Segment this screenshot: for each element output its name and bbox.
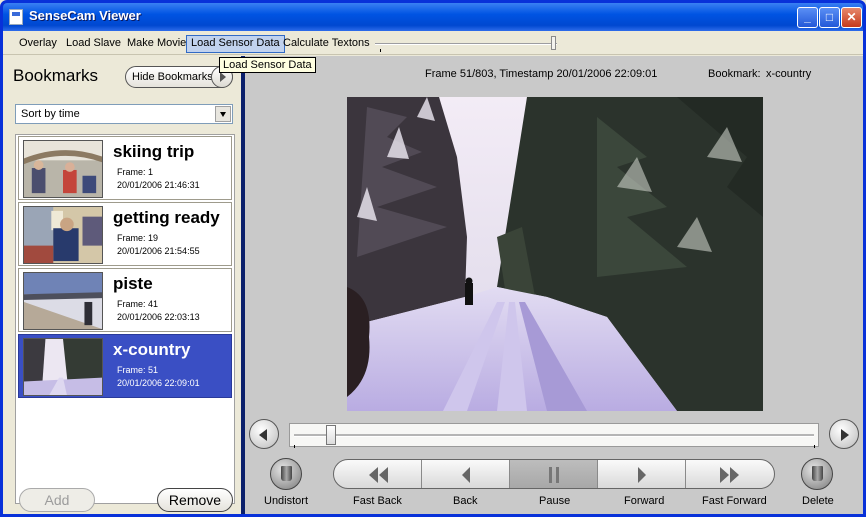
current-bookmark-label: Bookmark:: [708, 68, 761, 80]
bookmark-item-selected[interactable]: x-country Frame: 51 20/01/2006 22:09:01: [18, 334, 232, 398]
app-icon: [9, 9, 23, 25]
fast-forward-label: Fast Forward: [702, 495, 767, 507]
bookmark-thumbnail: [23, 140, 103, 198]
bookmark-thumbnail: [23, 338, 103, 396]
forward-button[interactable]: [598, 460, 686, 488]
bookmark-time: 20/01/2006 21:54:55: [117, 246, 200, 256]
title-bar[interactable]: SenseCam Viewer _ □ ✕: [3, 3, 863, 31]
bookmark-thumbnail: [23, 206, 103, 264]
menu-load-sensor-data[interactable]: Load Sensor Data: [186, 35, 285, 53]
menu-load-slave[interactable]: Load Slave: [62, 35, 125, 53]
bookmark-frame: Frame: 51: [117, 365, 159, 375]
delete-label: Delete: [802, 495, 834, 507]
menu-overlay[interactable]: Overlay: [15, 35, 61, 53]
bookmark-name: skiing trip: [113, 142, 195, 161]
hide-bookmarks-button[interactable]: Hide Bookmarks: [125, 66, 233, 88]
bookmark-item[interactable]: getting ready Frame: 19 20/01/2006 21:54…: [18, 202, 232, 266]
pause-icon: [549, 467, 559, 483]
bookmark-name: x-country: [113, 340, 191, 359]
bookmark-frame: Frame: 19: [117, 233, 159, 243]
forward-icon: [638, 467, 646, 483]
sort-select[interactable]: Sort by time: [15, 104, 233, 124]
menu-slider-track: [375, 43, 557, 45]
tooltip: Load Sensor Data: [219, 57, 316, 73]
timeline-tick: [294, 445, 295, 448]
back-icon: [462, 467, 470, 483]
menu-slider-tick: [380, 49, 381, 52]
undistort-button[interactable]: [270, 458, 302, 490]
bookmarks-panel: Bookmarks Hide Bookmarks Sort by time sk…: [3, 56, 241, 514]
fast-back-icon: [369, 467, 388, 483]
bookmark-time: 20/01/2006 22:03:13: [117, 312, 200, 322]
frame-image: [347, 97, 763, 411]
window-title: SenseCam Viewer: [29, 8, 141, 23]
bookmark-name: getting ready: [113, 208, 220, 227]
bookmark-time: 20/01/2006 21:46:31: [117, 180, 200, 190]
menu-bar: Overlay Load Slave Make Movie Load Senso…: [3, 31, 863, 55]
timeline-thumb[interactable]: [326, 425, 336, 445]
maximize-button[interactable]: □: [819, 7, 840, 28]
fast-forward-icon: [720, 467, 739, 483]
back-button[interactable]: [422, 460, 510, 488]
next-frame-button[interactable]: [829, 419, 859, 449]
remove-bookmark-button[interactable]: Remove: [157, 488, 233, 512]
pause-label: Pause: [539, 495, 571, 507]
close-button[interactable]: ✕: [841, 7, 862, 28]
playback-controls: Undistort Fast Back Back Pause Forward F…: [245, 458, 863, 514]
frame-info: Frame 51/803, Timestamp 20/01/2006 22:09…: [425, 68, 658, 80]
forward-label: Forward: [624, 495, 665, 507]
bookmarks-heading: Bookmarks: [13, 66, 99, 85]
app-window: SenseCam Viewer _ □ ✕ Overlay Load Slave…: [0, 0, 866, 517]
timeline-slider[interactable]: [289, 423, 819, 448]
bookmark-frame: Frame: 1: [117, 167, 154, 177]
client-area: Overlay Load Slave Make Movie Load Senso…: [3, 31, 863, 514]
dropdown-arrow-icon[interactable]: [215, 106, 231, 122]
transport-bar: [333, 459, 775, 489]
undistort-label: Undistort: [264, 495, 309, 507]
timeline-track: [294, 434, 814, 437]
current-bookmark-value: x-country: [766, 68, 812, 80]
menu-slider-thumb[interactable]: [551, 36, 556, 50]
menu-make-movie[interactable]: Make Movie: [123, 35, 190, 53]
fast-forward-button[interactable]: [686, 460, 774, 488]
minimize-button[interactable]: _: [797, 7, 818, 28]
bookmark-item[interactable]: piste Frame: 41 20/01/2006 22:03:13: [18, 268, 232, 332]
bookmark-time: 20/01/2006 22:09:01: [117, 378, 200, 388]
back-label: Back: [453, 495, 478, 507]
add-bookmark-button[interactable]: Add: [19, 488, 95, 512]
bookmark-thumbnail: [23, 272, 103, 330]
fast-back-button[interactable]: [334, 460, 422, 488]
delete-button[interactable]: [801, 458, 833, 490]
bookmark-list[interactable]: skiing trip Frame: 1 20/01/2006 21:46:31: [15, 134, 235, 504]
pause-button[interactable]: [510, 460, 598, 488]
previous-frame-button[interactable]: [249, 419, 279, 449]
menu-slider[interactable]: [375, 36, 561, 52]
bookmark-item[interactable]: skiing trip Frame: 1 20/01/2006 21:46:31: [18, 136, 232, 200]
menu-calculate-textons[interactable]: Calculate Textons: [279, 35, 374, 53]
hide-bookmarks-label: Hide Bookmarks: [132, 71, 213, 83]
bookmark-name: piste: [113, 274, 153, 293]
fast-back-label: Fast Back: [353, 495, 402, 507]
sort-select-value: Sort by time: [21, 108, 80, 120]
timeline-tick: [814, 445, 815, 448]
viewer-panel: Frame 51/803, Timestamp 20/01/2006 22:09…: [245, 56, 863, 514]
bookmark-frame: Frame: 41: [117, 299, 159, 309]
